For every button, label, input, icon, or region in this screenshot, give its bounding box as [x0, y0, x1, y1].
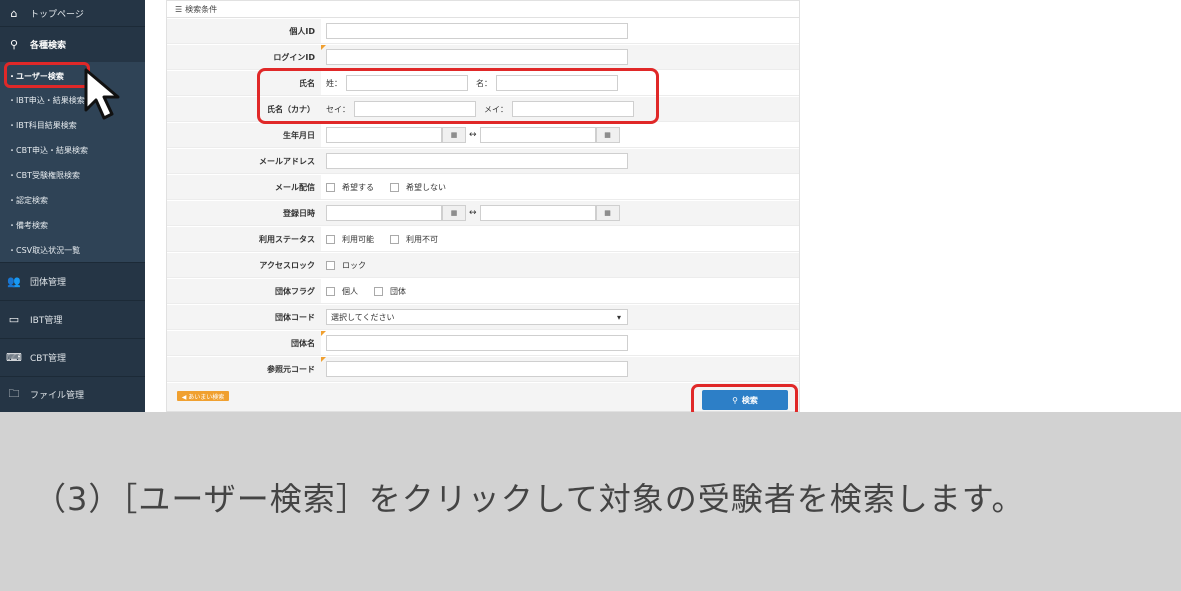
submenu-cert-search[interactable]: ・認定検索 — [0, 188, 145, 212]
label-personal-id: 個人ID — [167, 19, 321, 43]
keyboard-icon: ⌨ — [6, 351, 22, 364]
personal-id-input[interactable] — [326, 23, 628, 39]
label-birth: 生年月日 — [167, 123, 321, 147]
label-group-name: 団体名 — [167, 331, 321, 355]
search-panel: ☰ 検索条件 個人ID ログインID 氏名 姓： 名： 氏名（カナ） セイ： メ… — [166, 0, 800, 412]
label-status: 利用ステータス — [167, 227, 321, 251]
calendar-icon[interactable]: ▦ — [595, 205, 620, 221]
mail-yes-checkbox[interactable] — [326, 182, 335, 192]
range-arrow-icon: ↔ — [469, 130, 477, 140]
row-group-name: 団体名 — [167, 331, 799, 356]
caret-down-icon: ▾ — [616, 312, 621, 322]
nav-file-label: ファイル管理 — [30, 391, 85, 401]
label-lock: アクセスロック — [167, 253, 321, 277]
row-login-id: ログインID — [167, 45, 799, 70]
marker-icon — [321, 331, 326, 336]
calendar-icon[interactable]: ▦ — [442, 205, 466, 221]
range-arrow-icon: ↔ — [469, 208, 477, 218]
users-icon: 👥 — [7, 275, 21, 288]
label-group-code: 団体コード — [167, 305, 321, 329]
label-email: メールアドレス — [167, 149, 321, 173]
nav-cbt-admin[interactable]: ⌨ CBT管理 — [0, 338, 145, 376]
calendar-icon[interactable]: ▦ — [442, 127, 466, 143]
label-group-flag: 団体フラグ — [167, 279, 321, 303]
row-group-flag: 団体フラグ 個人 団体 — [167, 279, 799, 304]
row-status: 利用ステータス 利用可能 利用不可 — [167, 227, 799, 252]
calendar-icon[interactable]: ▦ — [595, 127, 620, 143]
marker-icon — [321, 45, 326, 50]
nav-top-label: トップページ — [30, 9, 84, 20]
lock-label: ロック — [342, 260, 366, 270]
row-personal-id: 個人ID — [167, 19, 799, 44]
status-ok-checkbox[interactable] — [326, 234, 335, 244]
ref-code-input[interactable] — [326, 361, 628, 377]
row-mail-delivery: メール配信 希望する 希望しない — [167, 175, 799, 200]
label-register: 登録日時 — [167, 201, 321, 225]
label-login-id: ログインID — [167, 45, 321, 69]
label-ref-code: 参照元コード — [167, 357, 321, 381]
nav-search[interactable]: ⚲ 各種検索 — [0, 26, 145, 62]
mail-yes-label: 希望する — [342, 182, 374, 192]
submenu-csv-status[interactable]: ・CSV取込状況一覧 — [0, 238, 145, 262]
panel-title: 検索条件 — [185, 4, 218, 14]
nav-group-label: 団体管理 — [30, 278, 67, 288]
instruction-caption: （3）［ユーザー検索］をクリックして対象の受験者を検索します。 — [34, 480, 1025, 518]
status-ng-label: 利用不可 — [406, 234, 438, 244]
monitor-icon: ▭ — [8, 313, 20, 326]
row-group-code: 団体コード 選択してください ▾ — [167, 305, 799, 330]
group-code-value: 選択してください — [331, 312, 395, 322]
mail-no-label: 希望しない — [406, 182, 446, 192]
flag-group-checkbox[interactable] — [374, 286, 383, 296]
birth-from-input[interactable] — [326, 127, 442, 143]
highlight-name-fields — [257, 68, 659, 124]
nav-search-label: 各種検索 — [30, 41, 67, 51]
search-icon: ⚲ — [9, 38, 19, 51]
mouse-pointer-icon — [84, 68, 120, 120]
email-input[interactable] — [326, 153, 628, 169]
row-lock: アクセスロック ロック — [167, 253, 799, 278]
flag-personal-label: 個人 — [342, 286, 358, 296]
login-id-input[interactable] — [326, 49, 628, 65]
submenu-note-search[interactable]: ・備考検索 — [0, 213, 145, 237]
caption-band: （3）［ユーザー検索］をクリックして対象の受験者を検索します。 — [0, 412, 1181, 591]
status-ok-label: 利用可能 — [342, 234, 374, 244]
submenu-cbt-apply[interactable]: ・CBT申込・結果検索 — [0, 138, 145, 162]
group-code-select[interactable]: 選択してください ▾ — [326, 309, 628, 325]
home-icon: ⌂ — [10, 6, 18, 20]
nav-ibt-admin[interactable]: ▭ IBT管理 — [0, 300, 145, 338]
nav-ibt-label: IBT管理 — [30, 316, 63, 326]
nav-group-admin[interactable]: 👥 団体管理 — [0, 262, 145, 300]
mail-no-checkbox[interactable] — [390, 182, 399, 192]
row-register: 登録日時 ▦ ↔ ▦ — [167, 201, 799, 226]
lock-checkbox[interactable] — [326, 260, 335, 270]
status-ng-checkbox[interactable] — [390, 234, 399, 244]
register-from-input[interactable] — [326, 205, 442, 221]
register-to-input[interactable] — [479, 205, 596, 221]
row-ref-code: 参照元コード — [167, 357, 799, 382]
list-icon: ☰ — [175, 4, 183, 14]
nav-top-page[interactable]: ⌂ トップページ — [0, 0, 145, 26]
birth-to-input[interactable] — [479, 127, 596, 143]
panel-header: ☰ 検索条件 — [167, 1, 799, 18]
flag-personal-checkbox[interactable] — [326, 286, 335, 296]
nav-cbt-label: CBT管理 — [30, 354, 66, 364]
row-birth: 生年月日 ▦ ↔ ▦ — [167, 123, 799, 148]
highlight-user-search — [4, 62, 90, 88]
nav-file-admin[interactable]: 🗀 ファイル管理 — [0, 376, 145, 412]
folder-icon: 🗀 — [8, 387, 20, 400]
row-email: メールアドレス — [167, 149, 799, 174]
group-name-input[interactable] — [326, 335, 628, 351]
fuzzy-search-button[interactable]: ◀ あいまい検索 — [177, 391, 229, 401]
marker-icon — [321, 357, 326, 362]
submenu-cbt-permission[interactable]: ・CBT受験権限検索 — [0, 163, 145, 187]
flag-group-label: 団体 — [390, 286, 406, 296]
label-mail-delivery: メール配信 — [167, 175, 321, 199]
